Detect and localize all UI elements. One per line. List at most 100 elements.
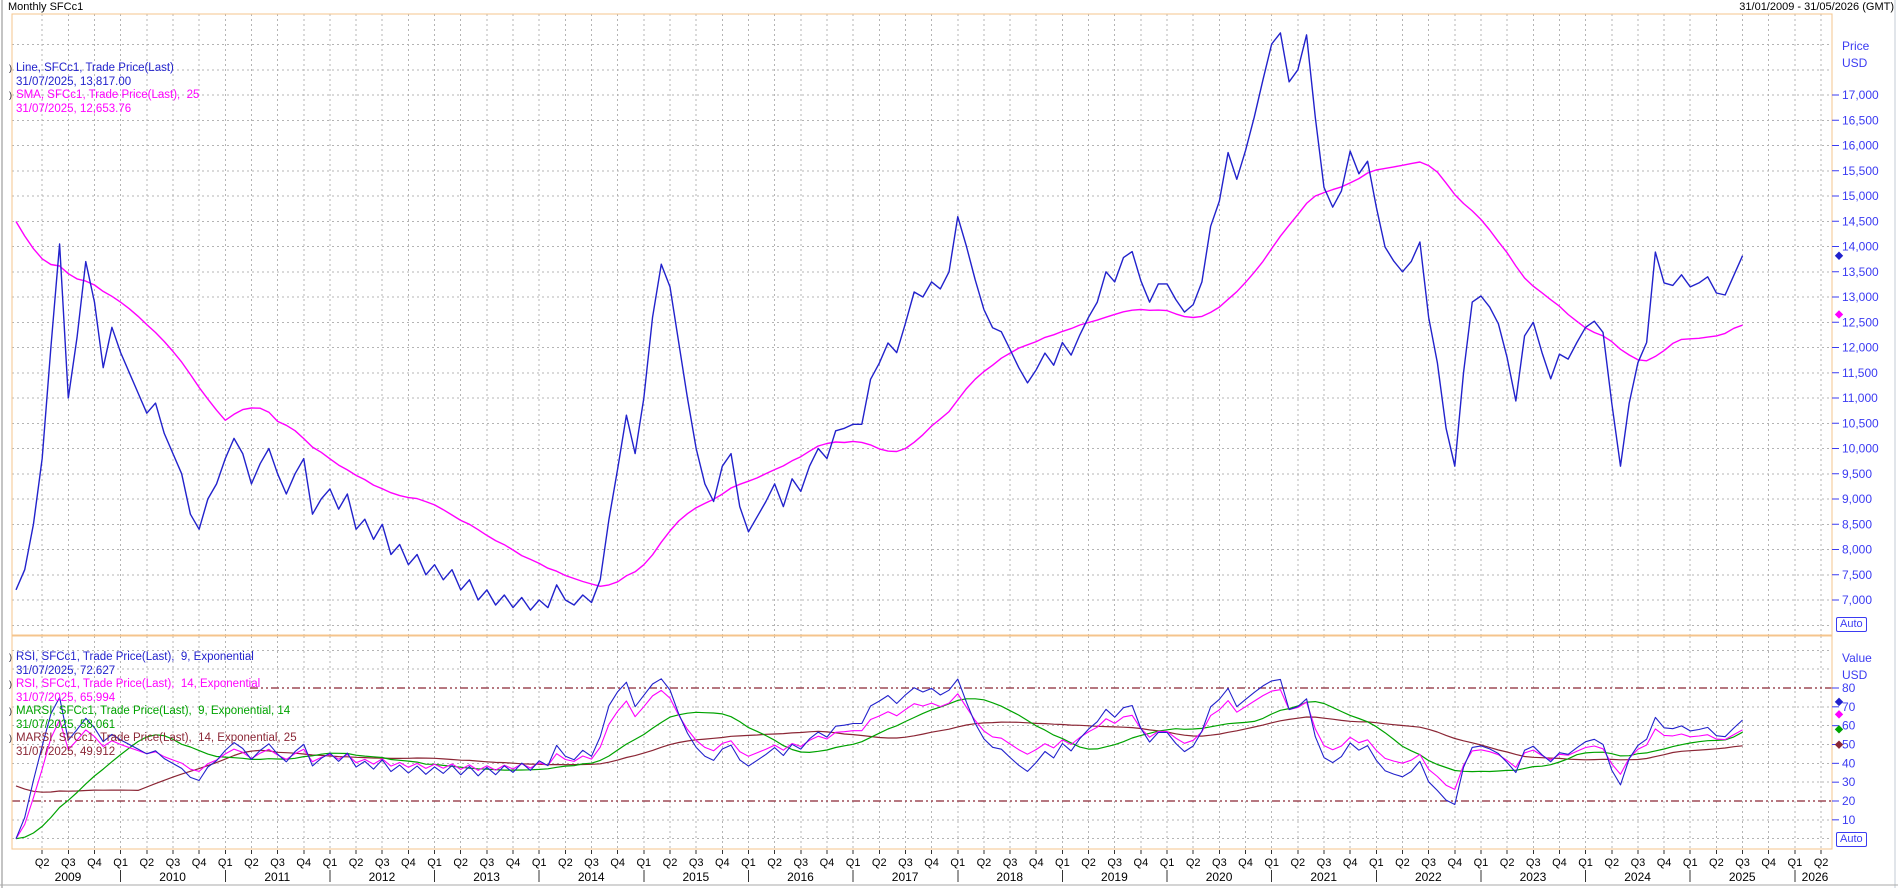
legend-value-row: 31/07/2025, 49.912 — [16, 746, 297, 760]
legend-indicator-row: )SMA, SFCc1, Trade Price(Last), 25 — [9, 89, 199, 103]
x-quarter-label: Q4 — [1761, 857, 1776, 869]
x-year-label: 2019 — [1101, 870, 1128, 884]
x-quarter-label: Q3 — [1003, 857, 1018, 869]
x-year-label: 2021 — [1310, 870, 1337, 884]
price-tick-label: 7,500 — [1842, 568, 1872, 582]
x-quarter-label: Q1 — [1369, 857, 1384, 869]
x-quarter-label: Q3 — [1107, 857, 1122, 869]
x-quarter-label: Q4 — [1134, 857, 1149, 869]
x-quarter-label: Q3 — [166, 857, 181, 869]
price-axis-unit: USD — [1842, 56, 1868, 70]
x-quarter-label: Q4 — [87, 857, 102, 869]
legend-expander-mark: ) — [9, 89, 16, 103]
price-tick-label: 14,000 — [1842, 240, 1879, 254]
x-quarter-label: Q1 — [1578, 857, 1593, 869]
x-quarter-label: Q4 — [1447, 857, 1462, 869]
x-quarter-label: Q2 — [872, 857, 887, 869]
x-quarter-label: Q1 — [636, 857, 651, 869]
legend-value-row: 31/07/2025, 12,653.76 — [16, 103, 199, 117]
x-quarter-label: Q4 — [192, 857, 207, 869]
price-tick-label: 9,000 — [1842, 492, 1872, 506]
x-year-label: 2010 — [159, 870, 186, 884]
x-quarter-label: Q1 — [950, 857, 965, 869]
rsi-axis-auto-button[interactable]: Auto — [1836, 832, 1867, 847]
price-tick-label: 16,500 — [1842, 113, 1879, 127]
x-year-label: 2017 — [892, 870, 919, 884]
price-tick-label: 13,500 — [1842, 265, 1879, 279]
price-tick-label: 11,500 — [1842, 366, 1878, 380]
x-year-label: 2015 — [682, 870, 709, 884]
x-quarter-label: Q4 — [715, 857, 730, 869]
x-quarter-label: Q3 — [1421, 857, 1436, 869]
price-axis-auto-button[interactable]: Auto — [1836, 617, 1867, 632]
legend-indicator-row: )Line, SFCc1, Trade Price(Last) — [9, 62, 199, 76]
x-year-label: 2020 — [1206, 870, 1233, 884]
x-year-label: 2013 — [473, 870, 500, 884]
x-year-label: 2018 — [996, 870, 1023, 884]
price-tick-label: 13,000 — [1842, 290, 1879, 304]
x-quarter-label: Q1 — [532, 857, 547, 869]
x-quarter-label: Q2 — [1081, 857, 1096, 869]
x-quarter-label: Q1 — [1055, 857, 1070, 869]
x-quarter-label: Q4 — [1657, 857, 1672, 869]
x-quarter-label: Q2 — [767, 857, 782, 869]
price-tick-label: 12,500 — [1842, 315, 1879, 329]
x-quarter-label: Q2 — [663, 857, 678, 869]
legend-value-row: 31/07/2025, 13,817.00 — [16, 76, 199, 90]
legend-indicator-row: )MARSI, SFCc1, Trade Price(Last), 14, Ex… — [9, 732, 297, 746]
price-tick-label: 10,000 — [1842, 442, 1879, 456]
rsi-axis-title: Value — [1842, 651, 1872, 665]
x-quarter-label: Q1 — [427, 857, 442, 869]
x-quarter-label: Q2 — [1814, 857, 1829, 869]
rsi-tick-label: 10 — [1842, 813, 1856, 827]
x-quarter-label: Q3 — [270, 857, 285, 869]
x-quarter-label: Q4 — [506, 857, 521, 869]
x-quarter-label: Q2 — [1395, 857, 1410, 869]
x-quarter-label: Q3 — [1735, 857, 1750, 869]
x-quarter-label: Q1 — [323, 857, 338, 869]
x-year-label: 2011 — [264, 870, 290, 884]
price-tick-label: 16,000 — [1842, 139, 1879, 153]
x-quarter-label: Q3 — [61, 857, 76, 869]
x-quarter-label: Q4 — [296, 857, 311, 869]
price-tick-label: 11,000 — [1842, 391, 1878, 405]
rsi-tick-label: 20 — [1842, 794, 1856, 808]
x-quarter-label: Q2 — [977, 857, 992, 869]
rsi-tick-label: 80 — [1842, 681, 1856, 695]
x-quarter-label: Q2 — [349, 857, 364, 869]
legend-indicator-row: )RSI, SFCc1, Trade Price(Last), 14, Expo… — [9, 678, 297, 692]
legend-value-row: 31/07/2025, 58.061 — [16, 719, 297, 733]
x-quarter-label: Q1 — [1683, 857, 1698, 869]
price-tick-label: 15,000 — [1842, 189, 1879, 203]
x-quarter-label: Q1 — [1264, 857, 1279, 869]
legend-expander-mark: ) — [9, 651, 16, 665]
x-quarter-label: Q2 — [1186, 857, 1201, 869]
x-quarter-label: Q4 — [1029, 857, 1044, 869]
x-quarter-label: Q3 — [898, 857, 913, 869]
price-tick-label: 9,500 — [1842, 467, 1872, 481]
x-quarter-label: Q1 — [113, 857, 128, 869]
rsi-tick-label: 60 — [1842, 719, 1856, 733]
x-quarter-label: Q2 — [453, 857, 468, 869]
x-year-label: 2024 — [1624, 870, 1651, 884]
x-quarter-label: Q3 — [1317, 857, 1332, 869]
price-legend: )Line, SFCc1, Trade Price(Last)31/07/202… — [9, 62, 199, 116]
price-tick-label: 10,500 — [1842, 416, 1879, 430]
x-quarter-label: Q3 — [480, 857, 495, 869]
x-quarter-label: Q3 — [1212, 857, 1227, 869]
rsi-tick-label: 30 — [1842, 775, 1856, 789]
rsi-tick-label: 50 — [1842, 737, 1856, 751]
price-tick-label: 7,000 — [1842, 593, 1872, 607]
legend-expander-mark: ) — [9, 705, 16, 719]
x-year-label: 2012 — [369, 870, 396, 884]
x-quarter-label: Q4 — [820, 857, 835, 869]
x-quarter-label: Q3 — [1631, 857, 1646, 869]
x-quarter-label: Q3 — [584, 857, 599, 869]
x-quarter-label: Q2 — [244, 857, 259, 869]
x-quarter-label: Q4 — [1552, 857, 1567, 869]
legend-value-row: 31/07/2025, 65.994 — [16, 692, 297, 706]
x-quarter-label: Q4 — [1343, 857, 1358, 869]
x-quarter-label: Q4 — [610, 857, 625, 869]
price-tick-label: 15,500 — [1842, 164, 1879, 178]
x-quarter-label: Q4 — [924, 857, 939, 869]
